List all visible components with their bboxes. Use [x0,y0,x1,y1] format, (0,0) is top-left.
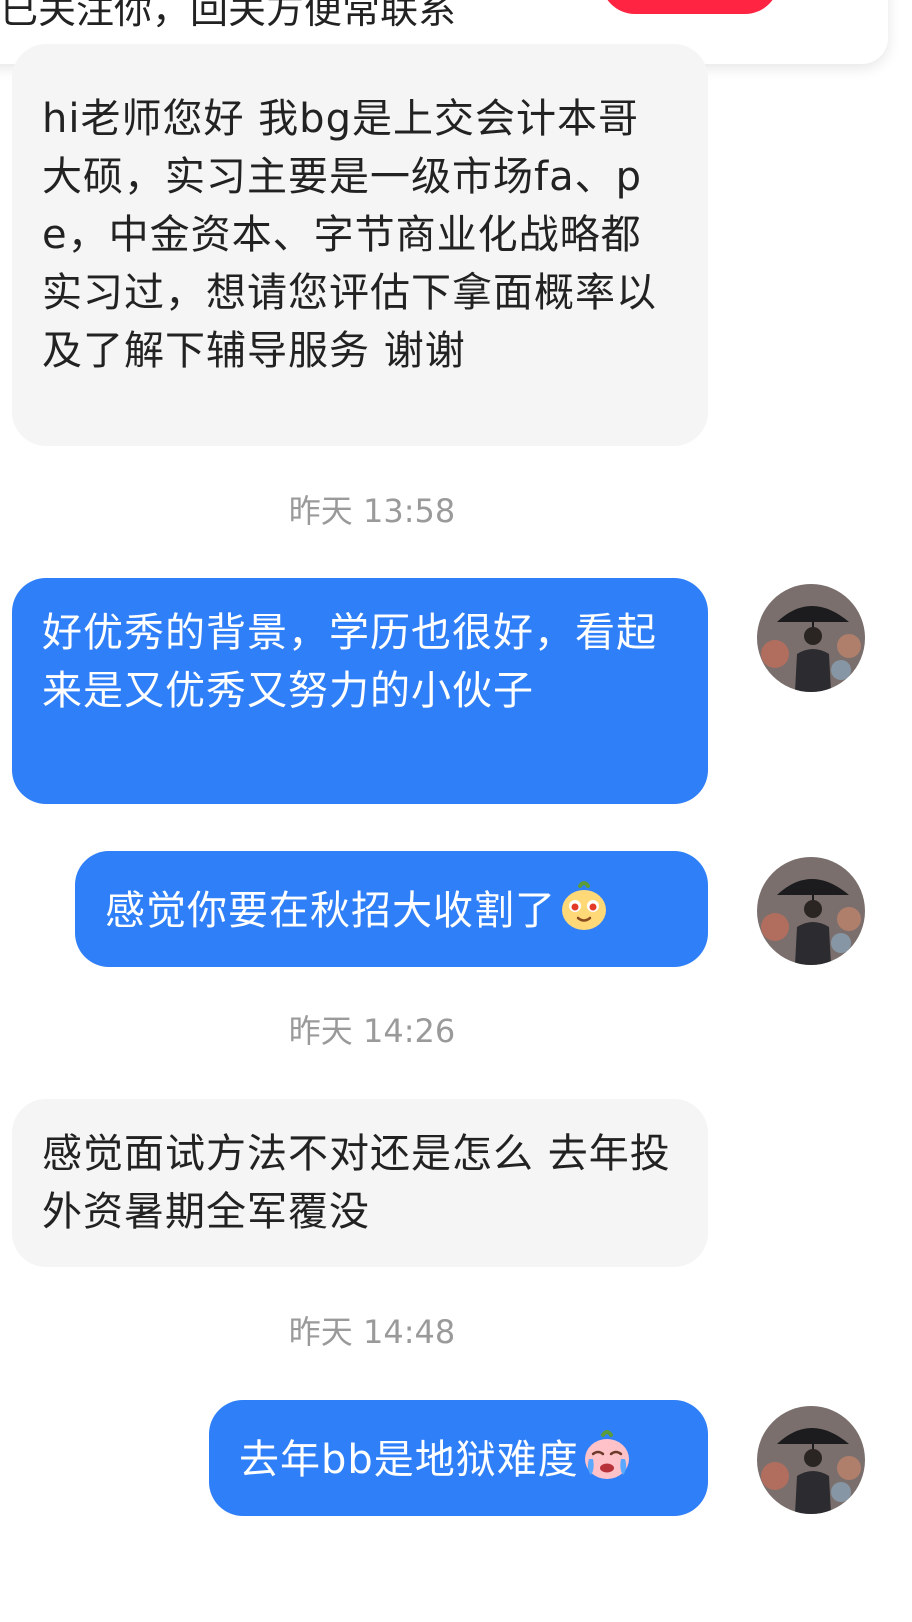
message-text: 感觉面试方法不对还是怎么 去年投外资暑期全军覆没 [42,1131,671,1235]
incoming-message[interactable]: hi老师您好 我bg是上交会计本哥大硕，实习主要是一级市场fa、pe，中金资本、… [12,44,708,446]
crying-face-emoji [581,1429,633,1481]
avatar[interactable] [757,857,865,965]
avatar[interactable] [757,1406,865,1514]
outgoing-message[interactable]: 去年bb是地狱难度 [209,1400,708,1516]
banner-text: 已关注你，回关方便常联系 [0,0,457,32]
incoming-message[interactable]: 感觉面试方法不对还是怎么 去年投外资暑期全军覆没 [12,1099,708,1267]
message-text: hi老师您好 我bg是上交会计本哥大硕，实习主要是一级市场fa、pe，中金资本、… [42,96,657,374]
avatar[interactable] [757,584,865,692]
avatar-image [757,584,865,692]
avatar-image [757,1406,865,1514]
message-text: 去年bb是地狱难度 [239,1437,579,1483]
message-text: 感觉你要在秋招大收割了 [105,888,556,934]
message-timestamp: 昨天 14:48 [288,1313,456,1351]
outgoing-message[interactable]: 感觉你要在秋招大收割了 [75,851,708,967]
message-timestamp: 昨天 13:58 [288,492,456,530]
message-timestamp: 昨天 14:26 [288,1012,456,1050]
outgoing-message[interactable]: 好优秀的背景，学历也很好，看起来是又优秀又努力的小伙子 [12,578,708,804]
message-text: 好优秀的背景，学历也很好，看起来是又优秀又努力的小伙子 [42,610,657,714]
smiling-face-emoji [558,880,610,932]
avatar-image [757,857,865,965]
follow-back-button[interactable]: 回关 [601,0,779,14]
